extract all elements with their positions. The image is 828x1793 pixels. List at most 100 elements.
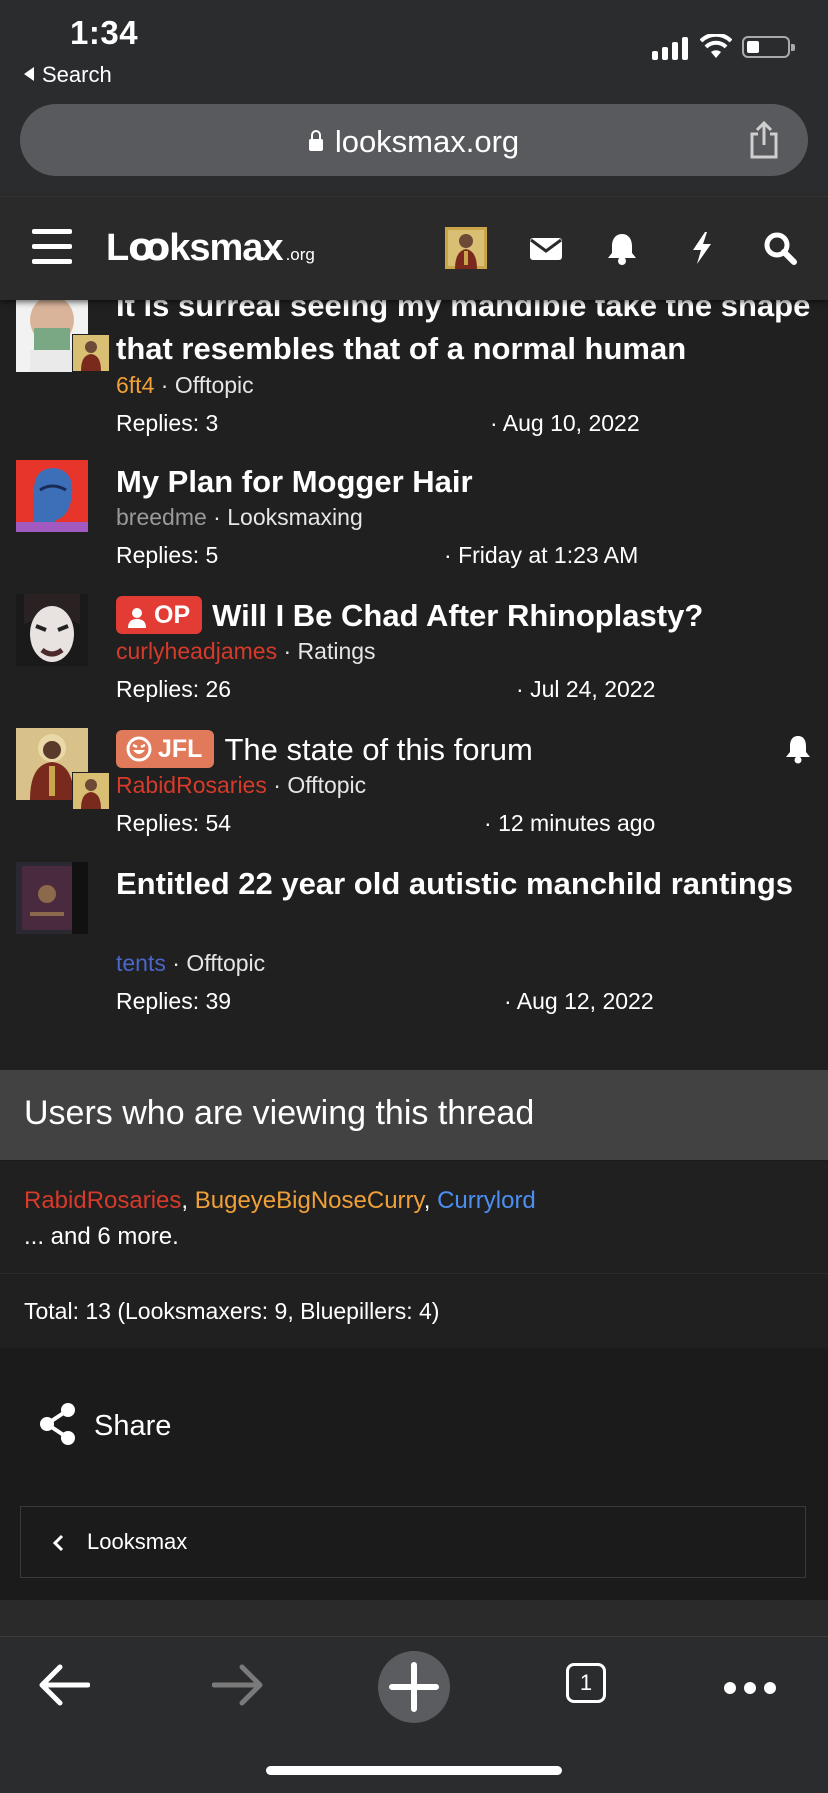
thread-date: · Friday at 1:23 AM: [444, 542, 639, 568]
laughing-face-icon: [126, 736, 152, 762]
thread-date-text: Aug 10, 2022: [502, 410, 640, 436]
last-poster-avatar[interactable]: [72, 772, 110, 810]
thread-forum[interactable]: Looksmaxing: [227, 504, 363, 530]
chevron-left-icon: [52, 1534, 64, 1552]
back-arrow-icon: [24, 67, 34, 81]
prefix-label: JFL: [158, 735, 203, 763]
share-section: Share Looksmax: [0, 1348, 828, 1598]
breadcrumb[interactable]: Looksmax: [20, 1506, 806, 1578]
share-icon: [40, 1403, 75, 1445]
more-viewers-text: ... and 6 more.: [24, 1223, 179, 1250]
thread-title[interactable]: OP Will I Be Chad After Rhinoplasty?: [116, 594, 816, 637]
lock-icon: [308, 130, 323, 151]
thread-date-text: 12 minutes ago: [498, 810, 656, 836]
thread-item[interactable]: Entitled 22 year old autistic manchild r…: [0, 862, 828, 1022]
prefix-badge-jfl[interactable]: JFL: [116, 730, 215, 768]
thread-forum[interactable]: Ratings: [298, 638, 376, 664]
browser-share-icon[interactable]: [748, 120, 780, 160]
prefix-badge-op[interactable]: OP: [116, 596, 203, 634]
site-logo-suffix: .org: [285, 245, 315, 264]
share-label: Share: [94, 1410, 172, 1442]
tabs-button[interactable]: 1: [566, 1663, 606, 1703]
back-to-search-label: Search: [42, 62, 112, 87]
viewer-link[interactable]: RabidRosaries: [24, 1187, 181, 1214]
thread-forum[interactable]: Offtopic: [287, 772, 366, 798]
last-poster-avatar[interactable]: [72, 334, 110, 372]
thread-replies: Replies: 26: [116, 676, 232, 702]
status-time: 1:34: [70, 14, 139, 51]
thread-title[interactable]: JFL The state of this forum: [116, 728, 816, 771]
thread-date-text: Friday at 1:23 AM: [458, 542, 639, 568]
messages-icon[interactable]: [528, 230, 564, 266]
thread-list: It is surreal seeing my mandible take th…: [0, 300, 828, 1070]
thread-replies: Replies: 5: [116, 542, 219, 568]
thread-date: · Aug 12, 2022: [504, 988, 654, 1014]
thread-author[interactable]: RabidRosaries: [116, 772, 267, 798]
notifications-bell-icon[interactable]: [604, 230, 640, 266]
viewing-users-list: RabidRosaries, BugeyeBigNoseCurry, Curry…: [0, 1161, 828, 1274]
thread-item[interactable]: My Plan for Mogger Hair breedme · Looksm…: [0, 460, 828, 580]
browser-address-bar: looksmax.org: [0, 96, 828, 197]
viewers-total-text: Total: 13 (Looksmaxers: 9, Bluepillers: …: [24, 1298, 440, 1324]
thread-item[interactable]: OP Will I Be Chad After Rhinoplasty? curl…: [0, 594, 828, 714]
thread-meta: tents · Offtopic: [116, 950, 266, 976]
thread-date-text: Aug 12, 2022: [516, 988, 654, 1014]
watched-bell-icon[interactable]: [784, 734, 812, 764]
thread-forum[interactable]: Offtopic: [175, 372, 254, 398]
thread-replies: Replies: 39: [116, 988, 232, 1014]
forward-arrow-icon[interactable]: [212, 1663, 264, 1707]
viewer-link[interactable]: Currylord: [437, 1187, 536, 1214]
more-options-icon[interactable]: [724, 1681, 784, 1699]
user-avatar[interactable]: [445, 227, 487, 269]
site-logo-text: Lꝏksmax: [106, 227, 284, 269]
site-logo[interactable]: Lꝏksmax .org: [106, 225, 315, 270]
thread-author[interactable]: tents: [116, 950, 166, 976]
viewer-link[interactable]: BugeyeBigNoseCurry: [195, 1187, 424, 1214]
menu-icon[interactable]: [32, 229, 72, 265]
new-tab-button[interactable]: [378, 1651, 450, 1723]
footer-strip: [0, 1600, 828, 1636]
thread-meta: RabidRosaries · Offtopic: [116, 772, 367, 798]
user-icon: [128, 608, 146, 628]
thread-author-avatar[interactable]: [16, 460, 88, 532]
thread-author-avatar[interactable]: [16, 862, 88, 934]
thread-title[interactable]: It is surreal seeing my mandible take th…: [116, 300, 816, 370]
thread-title[interactable]: My Plan for Mogger Hair: [116, 460, 816, 503]
thread-date: · 12 minutes ago: [484, 810, 656, 836]
viewing-users-header: Users who are viewing this thread: [0, 1070, 828, 1160]
thread-author[interactable]: 6ft4: [116, 372, 154, 398]
search-icon[interactable]: [762, 230, 798, 266]
thread-replies: Replies: 3: [116, 410, 219, 436]
wifi-icon: [700, 34, 732, 58]
thread-author-avatar[interactable]: [16, 594, 88, 666]
thread-meta: curlyheadjames · Ratings: [116, 638, 376, 664]
back-arrow-icon[interactable]: [38, 1663, 90, 1707]
viewing-users-heading: Users who are viewing this thread: [24, 1094, 535, 1132]
thread-meta: 6ft4 · Offtopic: [116, 372, 254, 398]
thread-author[interactable]: breedme: [116, 504, 207, 530]
thread-author[interactable]: curlyheadjames: [116, 638, 277, 664]
url-field[interactable]: looksmax.org: [20, 104, 808, 176]
plus-icon: [389, 1662, 439, 1712]
home-indicator: [266, 1766, 562, 1775]
site-header: Lꝏksmax .org: [0, 197, 828, 300]
share-button[interactable]: Share: [38, 1402, 171, 1452]
battery-icon: [742, 36, 795, 58]
thread-meta: breedme · Looksmaxing: [116, 504, 363, 530]
cellular-signal-icon: [652, 36, 692, 60]
prefix-label: OP: [154, 601, 191, 629]
breadcrumb-label: Looksmax: [87, 1529, 188, 1554]
thread-title[interactable]: Entitled 22 year old autistic manchild r…: [116, 862, 816, 905]
thread-item[interactable]: JFL The state of this forum RabidRosaries…: [0, 728, 828, 858]
whats-new-lightning-icon[interactable]: [684, 230, 720, 266]
thread-replies: Replies: 54: [116, 810, 232, 836]
viewer-names: RabidRosaries, BugeyeBigNoseCurry, Curry…: [24, 1187, 536, 1214]
thread-date: · Aug 10, 2022: [490, 410, 640, 436]
thread-item[interactable]: It is surreal seeing my mandible take th…: [0, 300, 828, 440]
viewers-total: Total: 13 (Looksmaxers: 9, Bluepillers: …: [0, 1274, 828, 1348]
thread-date-text: Jul 24, 2022: [530, 676, 656, 702]
thread-forum[interactable]: Offtopic: [186, 950, 265, 976]
back-to-search-link[interactable]: Search: [24, 62, 112, 88]
url-text: looksmax.org: [334, 124, 520, 159]
status-bar: 1:34 Search: [0, 0, 828, 96]
